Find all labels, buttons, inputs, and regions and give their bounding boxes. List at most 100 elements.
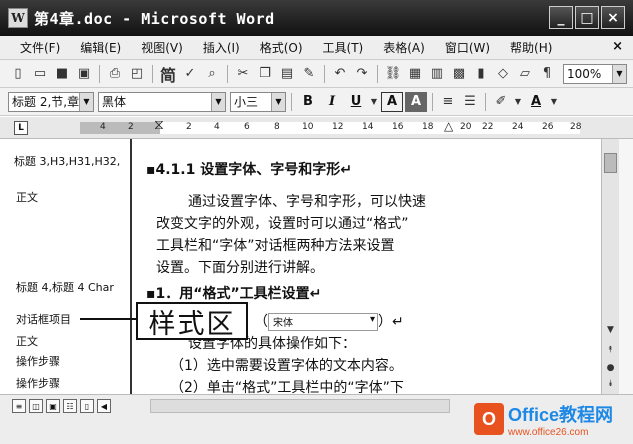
font-select[interactable]: 黑体 ▼ [98,91,226,112]
undo-icon[interactable]: ↶ [330,64,350,84]
right-indent-marker[interactable]: △ [444,119,453,133]
paste-icon[interactable]: ▤ [277,64,297,84]
permission-icon[interactable]: ▣ [74,64,94,84]
style-area-entry[interactable]: 标题 4,标题 4 Char [16,279,114,295]
highlight-icon[interactable]: ✐ [491,92,511,112]
ruler-tick: 16 [392,122,404,132]
scroll-down-icon[interactable]: ▼ [604,323,617,336]
horizontal-ruler[interactable]: L 4 2 ⧖ 2 4 6 8 10 12 14 16 18 △ 20 22 2… [0,117,633,139]
select-browse-object-icon[interactable]: ● [604,361,617,374]
toolbar-separator [152,64,153,83]
highlight-dropdown-icon[interactable]: ▼ [513,92,523,112]
toolbar-separator [432,92,433,111]
maximize-button[interactable]: □ [575,6,599,29]
menu-view[interactable]: 视图(V) [131,39,193,56]
style-area-entry[interactable]: 操作步骤 [16,375,60,391]
format-painter-icon[interactable]: ✎ [299,64,319,84]
vertical-scrollbar[interactable]: ▼ ⯭ ● ⯯ [601,139,619,394]
insert-table-icon[interactable]: ▥ [427,64,447,84]
ruler-tick: 8 [274,122,280,132]
italic-button[interactable]: I [321,92,343,112]
style-area-callout: 样式区 [136,302,248,340]
style-area-entry[interactable]: 正文 [16,189,38,205]
redo-icon[interactable]: ↷ [352,64,372,84]
insert-excel-icon[interactable]: ▩ [449,64,469,84]
doc-close-icon[interactable]: × [612,39,623,54]
inline-font-combo[interactable]: 宋体 [268,313,378,331]
style-area-entry[interactable]: 对话框项目 [16,311,71,327]
cut-icon[interactable]: ✂ [233,64,253,84]
zoom-value: 100% [567,66,602,81]
underline-dropdown-icon[interactable]: ▼ [369,92,379,112]
spelling-icon[interactable]: ✓ [180,64,200,84]
save-icon[interactable]: ■ [52,64,72,84]
standard-toolbar: ▯ ▭ ■ ▣ ⎙ ◰ 简 ✓ ⌕ ✂ ❐ ▤ ✎ ↶ ↷ ⛓ ▦ ▥ ▩ ▮ … [0,60,633,88]
reading-view-icon[interactable]: ▯ [80,399,94,413]
menu-insert[interactable]: 插入(I) [193,39,250,56]
outline-view-icon[interactable]: ☷ [63,399,77,413]
menu-format[interactable]: 格式(O) [250,39,313,56]
print-preview-icon[interactable]: ◰ [127,64,147,84]
close-button[interactable]: × [601,6,625,29]
view-buttons: ≡ ◫ ▣ ☷ ▯ ◀ [12,399,111,413]
justify-icon[interactable]: ☰ [460,92,480,112]
ruler-tick: 22 [482,122,494,132]
menu-table[interactable]: 表格(A) [373,39,435,56]
toolbar-separator [485,92,486,111]
menu-tools[interactable]: 工具(T) [313,39,374,56]
character-border-button[interactable]: A [381,91,403,112]
ruler-tick: 6 [244,122,250,132]
document-map-icon[interactable]: ▱ [515,64,535,84]
zoom-select[interactable]: 100% ▼ [563,63,627,84]
menu-edit[interactable]: 编辑(E) [70,39,131,56]
chevron-down-icon[interactable]: ▼ [612,64,626,83]
normal-view-icon[interactable]: ≡ [12,399,26,413]
columns-icon[interactable]: ▮ [471,64,491,84]
watermark-url: www.office26.com [508,426,589,438]
research-icon[interactable]: ⌕ [202,64,222,84]
chevron-down-icon[interactable]: ▼ [79,92,93,111]
style-select[interactable]: 标题 2,节,章 ▼ [8,91,94,112]
character-shading-button[interactable]: A [405,91,427,112]
menu-window[interactable]: 窗口(W) [435,39,500,56]
menu-file[interactable]: 文件(F) [10,39,70,56]
show-hide-icon[interactable]: ¶ [537,64,557,84]
hyperlink-icon[interactable]: ⛓ [383,64,403,84]
simplified-chinese-button[interactable]: 简 [158,64,178,85]
ruler-tick: 28 [570,122,582,132]
underline-button[interactable]: U [345,92,367,112]
toolbar-separator [227,64,228,83]
toolbar-separator [377,64,378,83]
style-area-entry[interactable]: 正文 [16,333,38,349]
chevron-down-icon[interactable]: ▼ [271,92,285,111]
web-view-icon[interactable]: ◫ [29,399,43,413]
document-page[interactable]: ▪4.1.1 设置字体、字号和字形↵ 通过设置字体、字号和字形，可以快速 改变文… [134,139,601,394]
tab-selector[interactable]: L [14,121,28,135]
minimize-button[interactable]: _ [549,6,573,29]
ruler-tick: 24 [512,122,524,132]
scroll-left-icon[interactable]: ◀ [97,399,111,413]
font-color-button[interactable]: A [525,92,547,112]
font-size-select[interactable]: 小三 ▼ [230,91,286,112]
next-page-icon[interactable]: ⯯ [604,377,617,390]
drawing-icon[interactable]: ◇ [493,64,513,84]
style-area-entry[interactable]: 标题 3,H3,H31,H32, [14,153,120,169]
tables-borders-icon[interactable]: ▦ [405,64,425,84]
print-icon[interactable]: ⎙ [105,64,125,84]
menu-help[interactable]: 帮助(H) [500,39,562,56]
copy-icon[interactable]: ❐ [255,64,275,84]
scroll-thumb[interactable] [604,153,617,173]
window-title: 第4章.doc - Microsoft Word [34,9,275,28]
print-view-icon[interactable]: ▣ [46,399,60,413]
style-area-entry[interactable]: 操作步骤 [16,353,60,369]
word-app-icon[interactable]: W [8,8,28,28]
indent-marker[interactable]: ⧖ [154,117,164,133]
open-folder-icon[interactable]: ▭ [30,64,50,84]
chevron-down-icon[interactable]: ▼ [211,92,225,111]
horizontal-scrollbar[interactable] [150,399,450,413]
font-color-dropdown-icon[interactable]: ▼ [549,92,559,112]
previous-page-icon[interactable]: ⯭ [604,343,617,356]
align-left-icon[interactable]: ≡ [438,92,458,112]
bold-button[interactable]: B [297,92,319,112]
new-doc-icon[interactable]: ▯ [8,64,28,84]
